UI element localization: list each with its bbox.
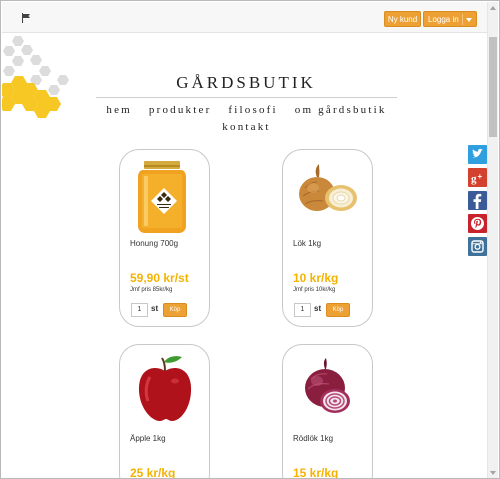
pinterest-icon[interactable]	[468, 214, 487, 233]
product-name[interactable]: Lök 1kg	[293, 239, 321, 248]
browser-frame: Ny kund Logga in GÅRDSBUTIK hem produkte…	[0, 0, 500, 479]
scroll-down-arrow-icon[interactable]	[490, 471, 496, 475]
login-button-label: Logga in	[428, 15, 459, 24]
svg-text:+: +	[478, 172, 483, 181]
login-button[interactable]: Logga in	[423, 11, 477, 27]
honey-jar-image[interactable]	[120, 158, 210, 236]
quantity-input[interactable]: 1	[294, 303, 311, 317]
facebook-icon[interactable]	[468, 191, 487, 210]
quantity-unit: st	[151, 304, 159, 313]
svg-text:g: g	[471, 173, 477, 185]
login-divider	[462, 14, 463, 25]
scrollbar-thumb[interactable]	[489, 37, 497, 137]
nav-item-filosofi[interactable]: filosofi	[228, 102, 277, 119]
product-card-honung: Honung 700g 59,90 kr/st Jmf pris 85kr/kg…	[119, 149, 210, 327]
product-price: 59,90 kr/st	[130, 271, 189, 285]
scroll-up-arrow-icon[interactable]	[490, 6, 496, 10]
buy-button[interactable]: Köp	[163, 303, 187, 317]
instagram-icon[interactable]	[468, 237, 487, 256]
top-bar: Ny kund Logga in	[2, 2, 489, 33]
nav-item-hem[interactable]: hem	[106, 102, 132, 119]
chevron-down-icon[interactable]	[466, 18, 472, 22]
product-card-apple: Äpple 1kg 25 kr/kg	[119, 344, 210, 479]
red-onion-image[interactable]	[283, 353, 373, 431]
quantity-unit: st	[314, 304, 322, 313]
apple-image[interactable]	[120, 353, 210, 431]
product-name[interactable]: Äpple 1kg	[130, 434, 166, 443]
google-plus-icon[interactable]: g +	[468, 168, 487, 187]
product-price: 25 kr/kg	[130, 466, 176, 479]
product-compare-price: Jmf pris 10kr/kg	[293, 287, 336, 293]
product-card-lok: Lök 1kg 10 kr/kg Jmf pris 10kr/kg 1 st K…	[282, 149, 373, 327]
nav-item-om-gardsbutik[interactable]: om gårdsbutik	[295, 102, 387, 119]
nav-item-produkter[interactable]: produkter	[149, 102, 212, 119]
onion-image[interactable]	[283, 158, 373, 236]
quantity-input[interactable]: 1	[131, 303, 148, 317]
honeycomb-decoration	[2, 36, 69, 118]
twitter-icon[interactable]	[468, 145, 487, 164]
new-customer-button[interactable]: Ny kund	[384, 11, 421, 27]
main-nav: hem produkter filosofi om gårdsbutik kon…	[96, 102, 397, 136]
product-compare-price: Jmf pris 85kr/kg	[130, 287, 173, 293]
flag-icon[interactable]	[21, 13, 31, 23]
product-name[interactable]: Honung 700g	[130, 239, 178, 248]
nav-item-kontakt[interactable]: kontakt	[222, 119, 270, 136]
product-name[interactable]: Rödlök 1kg	[293, 434, 333, 443]
buy-button[interactable]: Köp	[326, 303, 350, 317]
product-card-rodlok: Rödlök 1kg 15 kr/kg	[282, 344, 373, 479]
title-divider	[96, 97, 397, 98]
site-title[interactable]: GÅRDSBUTIK	[96, 73, 396, 93]
product-price: 15 kr/kg	[293, 466, 339, 479]
vertical-scrollbar[interactable]	[487, 2, 498, 478]
product-price: 10 kr/kg	[293, 271, 339, 285]
